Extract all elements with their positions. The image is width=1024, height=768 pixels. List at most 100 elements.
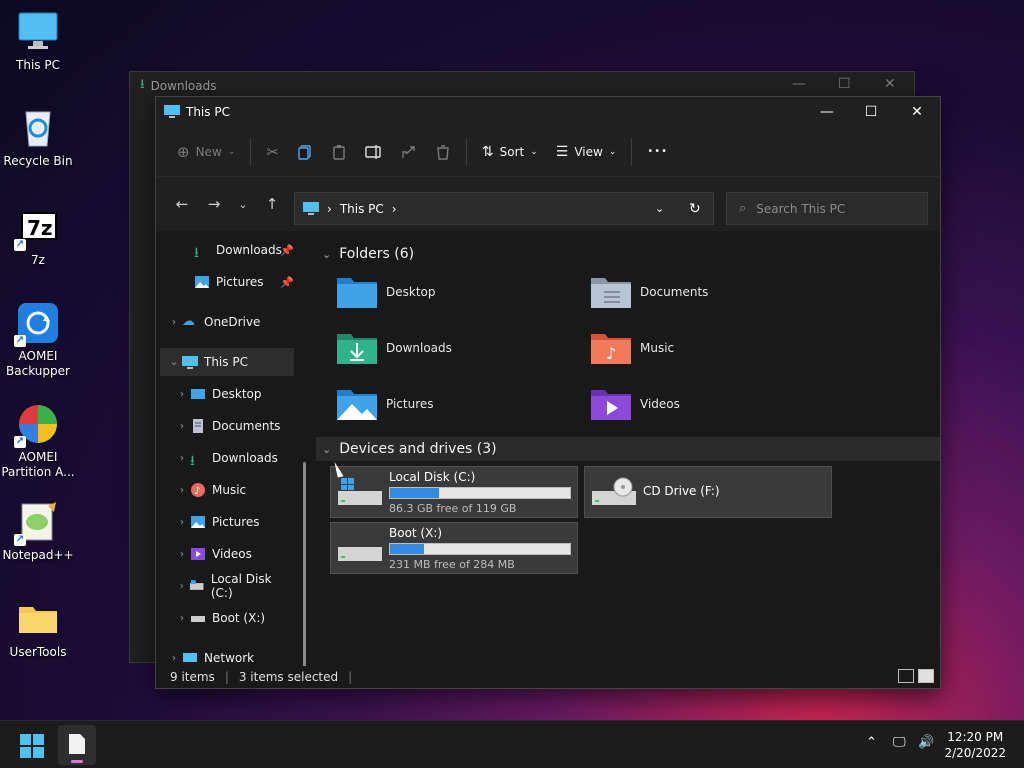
paste-button[interactable] bbox=[322, 136, 356, 168]
folder-documents[interactable]: Documents bbox=[590, 268, 820, 316]
drive-local-disk-c[interactable]: Local Disk (C:) 86.3 GB free of 119 GB bbox=[330, 466, 578, 518]
close-button[interactable]: ✕ bbox=[894, 97, 940, 127]
desktop-icon-aomei-partition[interactable]: ↗ AOMEI Partition A... bbox=[0, 402, 76, 480]
chevron-right-icon[interactable]: › bbox=[174, 613, 190, 624]
folders-header-label: Folders (6) bbox=[339, 246, 415, 262]
copy-button[interactable] bbox=[288, 136, 322, 168]
nav-item-onedrive[interactable]: › ☁ OneDrive bbox=[160, 308, 294, 336]
drive-boot-x[interactable]: Boot (X:) 231 MB free of 284 MB bbox=[330, 522, 578, 574]
navigation-scrollbar[interactable] bbox=[303, 462, 306, 668]
close-button[interactable]: ✕ bbox=[884, 76, 896, 92]
minimize-button[interactable]: — bbox=[792, 76, 806, 92]
chevron-right-icon[interactable]: › bbox=[174, 549, 190, 560]
delete-button[interactable] bbox=[426, 136, 460, 168]
file-explorer-taskbar-button[interactable] bbox=[58, 725, 96, 765]
nav-item-downloads[interactable]: › ⭳ Downloads bbox=[160, 444, 294, 472]
large-icons-view-button[interactable] bbox=[918, 669, 934, 683]
drive-usage-bar bbox=[389, 486, 571, 499]
nav-item-pinned-pictures[interactable]: Pictures 📌 bbox=[160, 268, 294, 296]
nav-item-network[interactable]: › Network bbox=[160, 644, 294, 668]
chevron-right-icon[interactable]: › bbox=[166, 317, 182, 328]
folder-downloads[interactable]: Downloads bbox=[336, 324, 566, 372]
drive-name: CD Drive (F:) bbox=[643, 483, 720, 498]
folder-desktop[interactable]: Desktop bbox=[336, 268, 566, 316]
search-box[interactable]: ⌕ Search This PC bbox=[726, 192, 928, 225]
minimize-button[interactable]: — bbox=[804, 97, 850, 127]
show-hidden-icons-button[interactable]: ⌃ bbox=[866, 735, 877, 750]
nav-item-music[interactable]: › ♪ Music bbox=[160, 476, 294, 504]
ellipsis-icon: ••• bbox=[647, 146, 669, 157]
view-button[interactable]: ☰ View ⌄ bbox=[547, 136, 626, 168]
drive-cd-f[interactable]: CD Drive (F:) bbox=[584, 466, 832, 518]
sort-button[interactable]: ⇅ Sort ⌄ bbox=[473, 136, 547, 168]
nav-item-boot[interactable]: › Boot (X:) bbox=[160, 604, 294, 632]
desktop-icon-7z[interactable]: 7z ↗ 7z bbox=[0, 205, 76, 268]
start-button[interactable] bbox=[20, 734, 44, 761]
toolbar-separator bbox=[631, 137, 633, 166]
rename-button[interactable] bbox=[356, 136, 392, 168]
window-title: This PC bbox=[186, 105, 230, 119]
chevron-right-icon[interactable]: › bbox=[174, 485, 190, 496]
nav-item-label: Pictures bbox=[212, 515, 260, 529]
chevron-down-icon: ⌄ bbox=[608, 146, 617, 157]
desktop-icon-this-pc[interactable]: This PC bbox=[0, 10, 76, 73]
chevron-right-icon[interactable]: › bbox=[174, 453, 190, 464]
download-arrow-icon: ⭳ bbox=[190, 453, 195, 469]
chevron-right-icon[interactable]: › bbox=[174, 421, 190, 432]
svg-text:7z: 7z bbox=[27, 216, 53, 240]
folders-section-header[interactable]: ⌄ Folders (6) bbox=[322, 242, 414, 266]
folder-pictures[interactable]: Pictures bbox=[336, 380, 566, 428]
breadcrumb-this-pc[interactable]: This PC bbox=[340, 202, 384, 216]
hard-drive-icon bbox=[191, 616, 205, 622]
desktop-icon-aomei-backupper[interactable]: ↗ AOMEI Backupper bbox=[0, 301, 76, 379]
pictures-icon bbox=[195, 276, 209, 288]
desktop-icon-recycle-bin[interactable]: Recycle Bin bbox=[0, 106, 76, 169]
breadcrumb-chevron-icon: › bbox=[391, 201, 397, 216]
recent-locations-button[interactable]: ⌄ bbox=[230, 189, 256, 219]
nav-item-desktop[interactable]: › Desktop bbox=[160, 380, 294, 408]
network-tray-icon[interactable]: 🖵 bbox=[893, 735, 906, 750]
share-button[interactable] bbox=[392, 136, 426, 168]
chevron-right-icon[interactable]: › bbox=[166, 653, 182, 664]
folder-label: Documents bbox=[640, 285, 709, 299]
scissors-icon: ✂ bbox=[266, 142, 279, 161]
folder-videos[interactable]: Videos bbox=[590, 380, 820, 428]
maximize-button[interactable]: ☐ bbox=[848, 97, 894, 127]
back-button[interactable]: ← bbox=[166, 189, 198, 219]
forward-button[interactable]: → bbox=[198, 189, 230, 219]
more-options-button[interactable]: ••• bbox=[638, 136, 677, 168]
clock[interactable]: 12:20 PM 2/20/2022 bbox=[944, 729, 1006, 761]
address-bar[interactable]: › This PC › ⌄ ↻ bbox=[294, 192, 714, 225]
folder-music[interactable]: ♪ Music bbox=[590, 324, 820, 372]
new-button[interactable]: ⊕ New ⌄ bbox=[168, 136, 244, 168]
nav-item-pictures[interactable]: › Pictures bbox=[160, 508, 294, 536]
chevron-right-icon[interactable]: › bbox=[174, 581, 189, 592]
item-count: 9 items bbox=[170, 670, 215, 684]
nav-item-label: This PC bbox=[204, 355, 248, 369]
up-button[interactable]: ↑ bbox=[256, 189, 288, 219]
desktop-icon-usertools[interactable]: UserTools bbox=[0, 597, 76, 660]
maximize-button[interactable]: ☐ bbox=[838, 76, 851, 92]
cut-button[interactable]: ✂ bbox=[257, 136, 288, 168]
folder-label: Videos bbox=[640, 397, 680, 411]
nav-item-this-pc[interactable]: ⌄ This PC bbox=[160, 348, 294, 376]
speaker-icon: 🔊 bbox=[918, 735, 935, 750]
refresh-icon[interactable]: ↻ bbox=[689, 201, 701, 217]
chevron-right-icon[interactable]: › bbox=[174, 517, 190, 528]
desktop-icon-notepad-plus-plus[interactable]: ↗ Notepad++ bbox=[0, 500, 76, 563]
chevron-down-icon: ⌄ bbox=[238, 197, 248, 211]
volume-tray-icon[interactable]: 🔊 bbox=[918, 735, 934, 750]
status-separator: | bbox=[224, 670, 229, 684]
explorer-window[interactable]: This PC — ☐ ✕ ⊕ New ⌄ ✂ ⇅ Sort ⌄ ☰ View … bbox=[155, 96, 941, 689]
nav-item-videos[interactable]: › Videos bbox=[160, 540, 294, 568]
nav-item-local-disk[interactable]: › Local Disk (C:) bbox=[160, 572, 294, 600]
this-pc-icon bbox=[164, 105, 180, 118]
chevron-down-icon[interactable]: ⌄ bbox=[166, 357, 182, 368]
drives-section-header[interactable]: ⌄ Devices and drives (3) bbox=[316, 437, 940, 461]
details-view-button[interactable] bbox=[898, 669, 914, 683]
address-dropdown-icon[interactable]: ⌄ bbox=[655, 202, 664, 215]
drive-name: Boot (X:) bbox=[389, 525, 443, 540]
chevron-right-icon[interactable]: › bbox=[174, 389, 190, 400]
nav-item-documents[interactable]: › Documents bbox=[160, 412, 294, 440]
nav-item-pinned-downloads[interactable]: ⭳ Downloads 📌 bbox=[160, 236, 294, 264]
